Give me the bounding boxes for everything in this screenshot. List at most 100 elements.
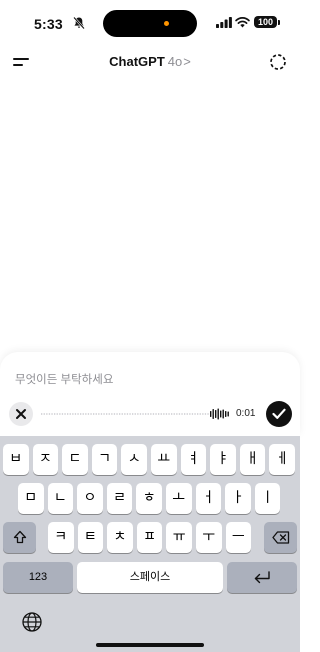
temporary-chat-icon[interactable] [268,52,288,72]
waveform-dot [82,413,84,415]
key-row1-10[interactable]: ㅔ [269,444,295,475]
cancel-dictation-button[interactable] [9,402,33,426]
key-row1-1[interactable]: ㅂ [3,444,29,475]
waveform-dot [194,413,196,415]
key-row3-4[interactable]: ㅍ [136,522,163,553]
waveform-dot [119,413,121,415]
shift-key[interactable] [3,522,36,553]
waveform-dot [46,413,48,415]
waveform-dot [181,413,183,415]
waveform-dot [85,413,87,415]
key-row2-3[interactable]: ㅇ [77,483,103,514]
checkmark-icon [272,408,286,419]
key-row1-5[interactable]: ㅅ [121,444,147,475]
key-row2-1[interactable]: ㅁ [18,483,44,514]
waveform-dot [59,413,61,415]
waveform-bar [215,410,217,418]
key-row1-9[interactable]: ㅐ [239,444,266,475]
key-row2-7[interactable]: ㅓ [195,483,222,514]
keyboard-row-1: ㅂㅈㄷㄱㅅㅛㅕㅑㅐㅔ [0,444,300,475]
status-time: 5:33 [34,16,63,32]
waveform-dot [152,413,155,415]
key-row3-2[interactable]: ㅌ [77,522,104,553]
key-row1-4[interactable]: ㄱ [91,444,118,475]
confirm-dictation-button[interactable] [266,401,292,427]
waveform-dot [95,413,97,415]
backspace-icon [271,531,289,544]
waveform-dot [178,413,181,415]
key-row2-5[interactable]: ㅎ [136,483,162,514]
return-key[interactable] [227,562,297,593]
globe-icon[interactable] [21,611,43,633]
key-row1-7[interactable]: ㅕ [180,444,207,475]
key-row3-1[interactable]: ㅋ [48,522,74,553]
key-row1-6[interactable]: ㅛ [151,444,177,475]
numbers-key[interactable]: 123 [3,562,73,593]
waveform-dot [134,413,136,415]
waveform-dot [207,413,209,415]
waveform-dot [139,413,142,415]
waveform-dot [93,413,95,415]
waveform-dot [171,413,173,415]
waveform-bar [227,411,229,417]
waveform-dot [158,413,160,415]
keyboard-row-2: ㅁㄴㅇㄹㅎㅗㅓㅏㅣ [0,483,300,514]
backspace-key[interactable] [264,522,297,553]
silent-bell-icon [73,16,85,30]
key-row2-8[interactable]: ㅏ [225,483,251,514]
key-row2-9[interactable]: ㅣ [254,483,281,514]
app-title: ChatGPT [109,54,165,69]
battery-cap [278,20,280,25]
model-name: 4o [167,54,183,69]
waveform-bar [220,410,222,418]
waveform-dot [165,413,168,415]
waveform-dot [90,413,92,415]
status-bar: 5:33 100 [0,0,300,46]
home-indicator [96,643,204,647]
waveform-dot [48,413,51,415]
key-row2-6[interactable]: ㅗ [166,483,192,514]
waveform-dot [80,413,82,415]
waveform-dot [56,413,58,415]
waveform-dot [147,413,149,415]
waveform-dot [191,413,194,415]
shift-icon [13,530,26,544]
chat-header: ChatGPT 4o> [0,48,300,78]
key-row3-3[interactable]: ㅊ [107,522,133,553]
waveform-dot [168,413,170,415]
waveform-dot [100,413,103,415]
key-row1-2[interactable]: ㅈ [32,444,59,475]
waveform-bar [225,411,227,417]
waveform-dot [51,413,53,415]
waveform-dot [163,413,165,415]
waveform-dot [184,413,186,415]
keyboard-row-4: 123 스페이스 [0,562,300,593]
return-icon [254,571,270,584]
waveform-dot [103,413,105,415]
key-row3-7[interactable]: ㅡ [225,522,252,553]
model-selector[interactable]: ChatGPT 4o> [0,54,300,69]
waveform-dot [155,413,157,415]
waveform-dot [202,413,204,415]
waveform-bar [210,411,212,417]
key-row1-8[interactable]: ㅑ [210,444,236,475]
waveform-dot [142,413,144,415]
key-row3-6[interactable]: ㅜ [196,522,222,553]
waveform-dot [129,413,131,415]
waveform-dot [197,413,199,415]
space-key[interactable]: 스페이스 [77,562,223,593]
message-input[interactable]: 무엇이든 부탁하세요 [15,371,113,387]
waveform-dot [108,413,110,415]
wifi-icon [235,17,250,28]
waveform-dot [64,413,66,415]
korean-keyboard: ㅂㅈㄷㄱㅅㅛㅕㅑㅐㅔ ㅁㄴㅇㄹㅎㅗㅓㅏㅣ ㅋㅌㅊㅍㅠㅜㅡ 123 스페이스 [0,436,300,652]
key-row3-5[interactable]: ㅠ [166,522,192,553]
key-row2-4[interactable]: ㄹ [106,483,133,514]
waveform-bar [212,409,214,419]
key-row1-3[interactable]: ㄷ [62,444,88,475]
waveform-dot [137,413,139,415]
waveform-dot [199,413,201,415]
waveform-dot [160,413,162,415]
waveform-dot [106,413,108,415]
key-row2-2[interactable]: ㄴ [47,483,74,514]
